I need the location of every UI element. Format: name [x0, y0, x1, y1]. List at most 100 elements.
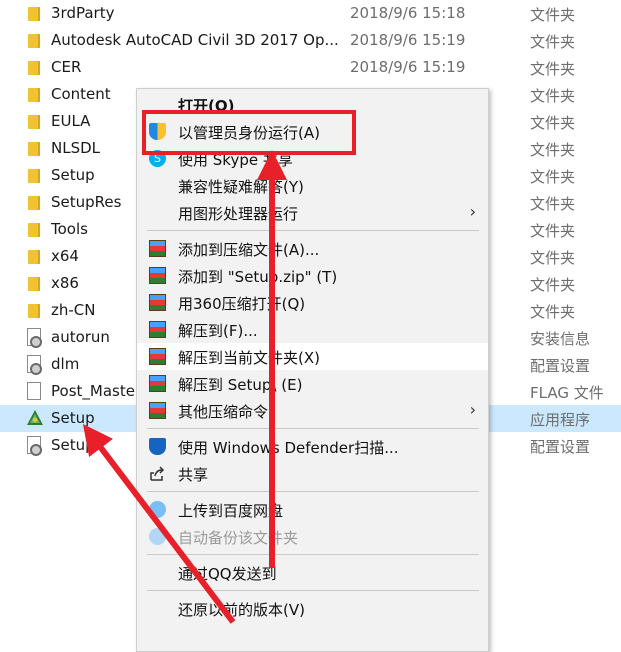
file-type: 文件夹 [530, 168, 576, 186]
file-icon [26, 382, 42, 400]
file-type: 文件夹 [530, 60, 576, 78]
file-type: 配置设置 [530, 438, 591, 456]
settings-file-icon [26, 328, 42, 348]
file-date: 2018/9/6 15:18 [350, 4, 466, 22]
file-name: 3rdParty [51, 4, 115, 22]
context-menu: 打开(O) 以管理员身份运行(A) S 使用 Skype 共享 兼容性疑难解答(Y) 用图… [136, 88, 489, 652]
menu-item[interactable]: 解压到 Setup\ (E) [137, 370, 488, 397]
file-type: 文件夹 [530, 87, 576, 105]
file-date: 2018/9/6 15:19 [350, 31, 466, 49]
archive-icon [149, 348, 166, 365]
menu-item[interactable]: 用图形处理器运行 › [137, 199, 488, 226]
file-type: 文件夹 [530, 6, 576, 24]
menu-item[interactable]: 其他压缩命令 › [137, 397, 488, 424]
folder-icon [26, 193, 42, 211]
settings-file-icon [26, 436, 42, 456]
file-name: dlm [51, 355, 80, 373]
menu-item[interactable]: 解压到(F)... [137, 316, 488, 343]
file-type: 文件夹 [530, 141, 576, 159]
folder-icon [26, 247, 42, 265]
folder-icon [26, 31, 42, 49]
folder-icon [26, 4, 42, 22]
archive-icon [149, 294, 166, 311]
menu-item-label: 用360压缩打开(Q) [178, 295, 306, 313]
menu-item-label: 解压到(F)... [178, 322, 258, 340]
file-row[interactable]: Autodesk AutoCAD Civil 3D 2017 Op... 2018… [0, 27, 621, 54]
menu-item-label: 通过QQ发送到 [178, 565, 277, 583]
folder-icon [26, 58, 42, 76]
menu-item[interactable]: 用360压缩打开(Q) [137, 289, 488, 316]
menu-item-label: 自动备份该文件夹 [178, 529, 299, 547]
file-type: 文件夹 [530, 33, 576, 51]
file-name: EULA [51, 112, 91, 130]
file-type: 安装信息 [530, 330, 591, 348]
menu-item-label: 解压到 Setup\ (E) [178, 376, 303, 394]
file-name: Autodesk AutoCAD Civil 3D 2017 Op... [51, 31, 339, 49]
file-name: x64 [51, 247, 79, 265]
menu-separator [147, 428, 479, 429]
menu-item[interactable]: 添加到压缩文件(A)... [137, 235, 488, 262]
share-icon [149, 465, 166, 482]
archive-icon [149, 267, 166, 284]
menu-item[interactable]: 解压到当前文件夹(X) [137, 343, 488, 370]
file-type: 文件夹 [530, 222, 576, 240]
setup-app-icon [26, 409, 43, 427]
folder-icon [26, 301, 42, 319]
file-name: Post_Maste [51, 382, 135, 400]
annotation-highlight-box [142, 110, 356, 155]
cloud-icon [149, 528, 166, 545]
file-date: 2018/9/6 15:19 [350, 58, 466, 76]
menu-item-label: 共享 [178, 466, 209, 484]
folder-icon [26, 139, 42, 157]
menu-item[interactable]: 兼容性疑难解答(Y) [137, 172, 488, 199]
file-name: autorun [51, 328, 110, 346]
menu-item[interactable]: 添加到 "Setup.zip" (T) [137, 262, 488, 289]
menu-item-label: 兼容性疑难解答(Y) [178, 178, 304, 196]
menu-item[interactable]: 上传到百度网盘 [137, 496, 488, 523]
menu-item-label: 用图形处理器运行 [178, 205, 299, 223]
file-type: 文件夹 [530, 303, 576, 321]
file-name: Setup [51, 436, 95, 454]
menu-item-label: 使用 Windows Defender扫描... [178, 439, 399, 457]
menu-item-label: 添加到 "Setup.zip" (T) [178, 268, 338, 286]
folder-icon [26, 166, 42, 184]
archive-icon [149, 402, 166, 419]
menu-item[interactable]: 共享 [137, 460, 488, 487]
archive-icon [149, 375, 166, 392]
folder-icon [26, 112, 42, 130]
menu-item[interactable]: 还原以前的版本(V) [137, 595, 488, 622]
archive-icon [149, 321, 166, 338]
chevron-right-icon: › [469, 202, 476, 221]
file-name: Content [51, 85, 111, 103]
archive-icon [149, 240, 166, 257]
file-name: x86 [51, 274, 79, 292]
folder-icon [26, 85, 42, 103]
menu-separator [147, 230, 479, 231]
menu-item-label: 解压到当前文件夹(X) [178, 349, 320, 367]
file-name: NLSDL [51, 139, 101, 157]
folder-icon [26, 220, 42, 238]
file-type: 文件夹 [530, 195, 576, 213]
file-row[interactable]: 3rdParty 2018/9/6 15:18 文件夹 [0, 0, 621, 27]
file-name: Tools [51, 220, 88, 238]
menu-item-label: 还原以前的版本(V) [178, 601, 305, 619]
file-row[interactable]: CER 2018/9/6 15:19 文件夹 [0, 54, 621, 81]
menu-item-label: 其他压缩命令 [178, 403, 269, 421]
menu-item[interactable]: 通过QQ发送到 [137, 559, 488, 586]
folder-icon [26, 274, 42, 292]
settings-file-icon [26, 355, 42, 375]
file-name: SetupRes [51, 193, 122, 211]
file-type: FLAG 文件 [530, 384, 604, 402]
menu-item: 自动备份该文件夹 [137, 523, 488, 550]
file-type: 文件夹 [530, 276, 576, 294]
menu-item-label: 添加到压缩文件(A)... [178, 241, 320, 259]
file-type: 配置设置 [530, 357, 591, 375]
defender-icon [149, 438, 166, 455]
menu-item-label: 上传到百度网盘 [178, 502, 284, 520]
menu-separator [147, 491, 479, 492]
menu-separator [147, 554, 479, 555]
menu-item[interactable]: 使用 Windows Defender扫描... [137, 433, 488, 460]
file-name: zh-CN [51, 301, 96, 319]
menu-separator [147, 590, 479, 591]
file-type: 应用程序 [530, 411, 591, 429]
